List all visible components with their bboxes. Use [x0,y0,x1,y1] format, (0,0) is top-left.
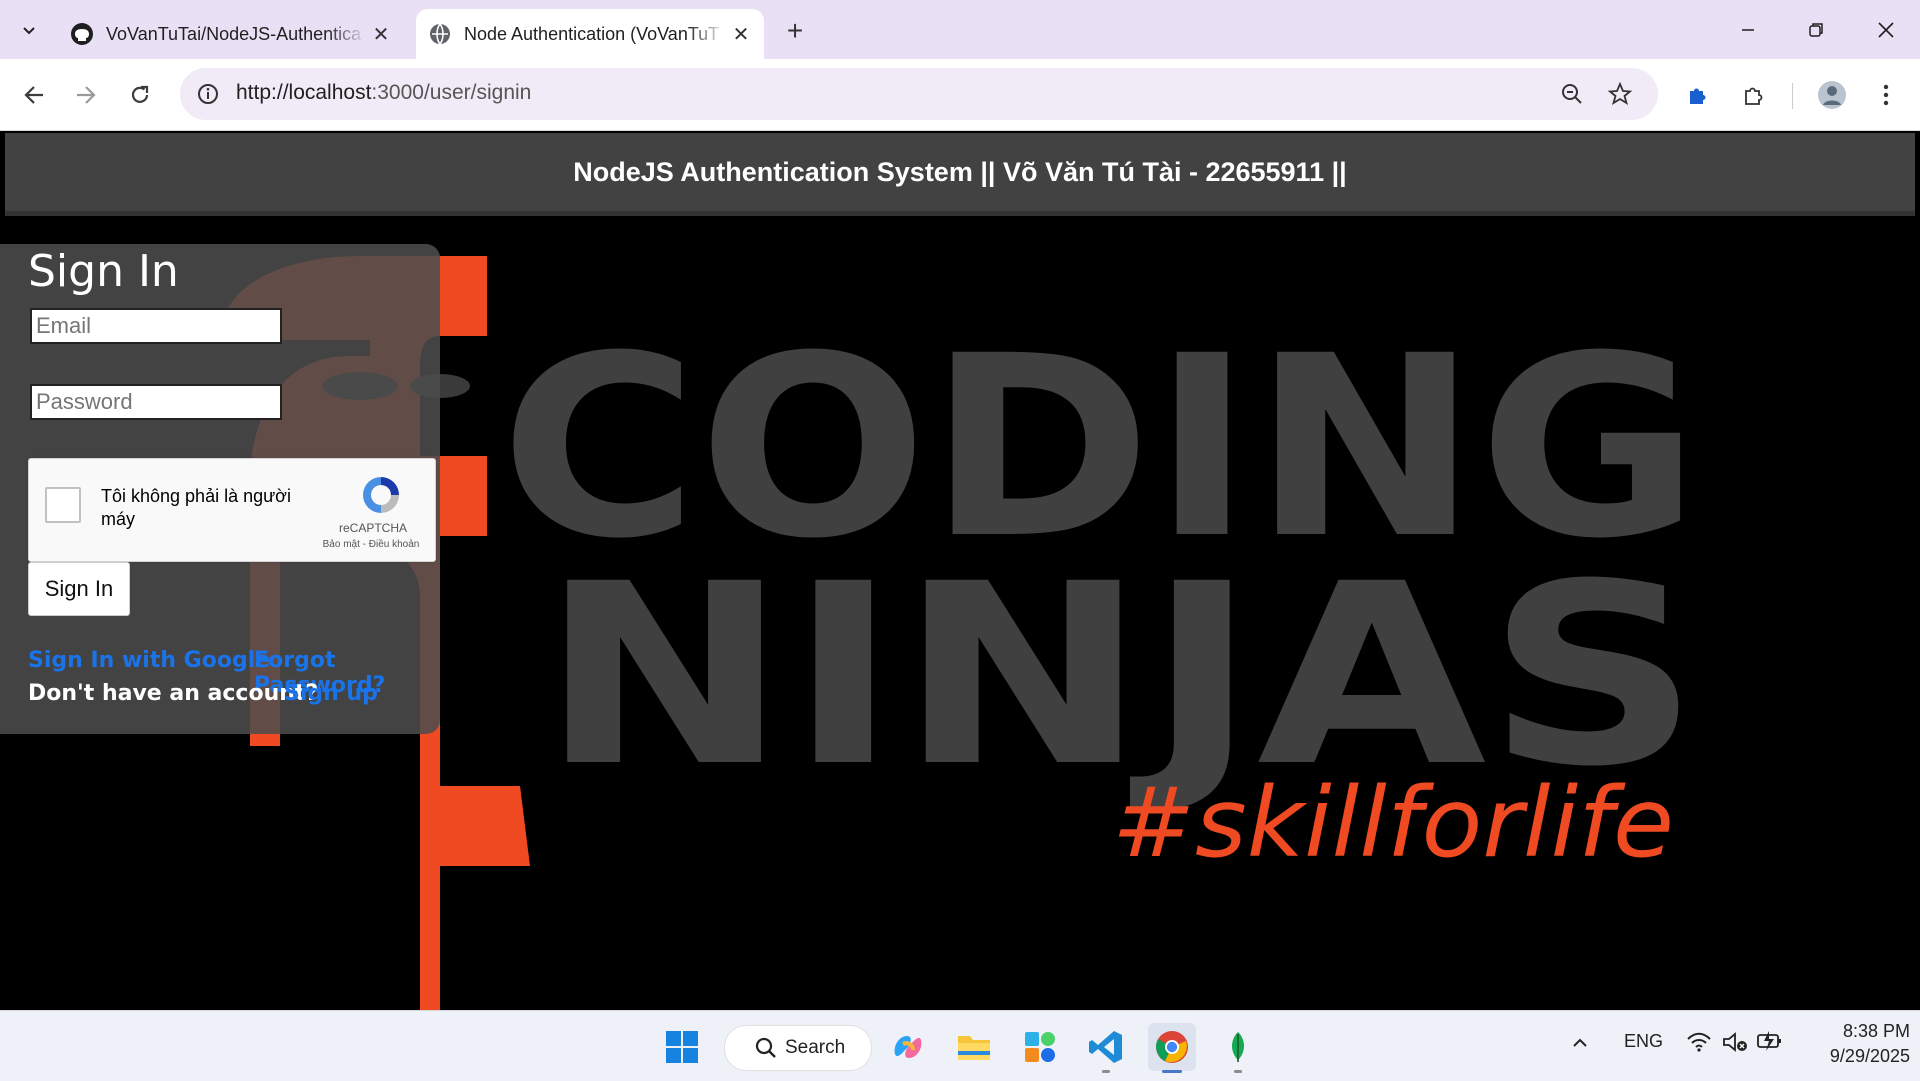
address-bar[interactable]: http://localhost:3000/user/signin [180,68,1658,120]
bookmark-star-icon[interactable] [1602,76,1638,112]
battery-charging-icon[interactable] [1756,1029,1784,1058]
tab-github[interactable]: VoVanTuTai/NodeJS-Authentica ✕ [58,9,404,59]
recaptcha-widget: Tôi không phải là người máy reCAPTCHA Bả… [28,458,436,562]
close-window-icon[interactable] [1858,10,1914,50]
forward-arrow-icon[interactable] [66,75,106,115]
windows-start-icon[interactable] [658,1023,706,1071]
running-indicator [1234,1070,1242,1073]
active-indicator [1162,1070,1182,1073]
clock-date: 9/29/2025 [1829,1046,1910,1066]
copilot-icon[interactable] [884,1023,932,1071]
more-menu-icon[interactable] [1868,77,1904,113]
background-tagline: #skillforlife [1112,767,1674,879]
wifi-icon[interactable] [1686,1031,1712,1058]
page-title: NodeJS Authentication System || Võ Văn T… [573,156,1347,187]
recaptcha-logo-icon [359,473,403,517]
back-arrow-icon[interactable] [14,75,54,115]
github-icon [70,22,94,46]
signup-link[interactable]: Sign up [284,681,378,706]
tab-node-authentication[interactable]: Node Authentication (VoVanTuT ✕ [416,9,764,59]
tab-strip: VoVanTuTai/NodeJS-Authentica ✕ Node Auth… [0,0,1920,59]
toolbar-divider [1792,83,1793,109]
taskbar: Search ENG 8:38 PM 9/29/2025 [0,1010,1920,1081]
language-indicator[interactable]: ENG [1624,1031,1663,1052]
taskbar-search[interactable]: Search [724,1025,872,1071]
microsoft-store-icon[interactable] [1016,1023,1064,1071]
chrome-icon[interactable] [1148,1023,1196,1073]
vscode-icon[interactable] [1082,1023,1130,1073]
signin-heading: Sign In [28,246,179,297]
minimize-icon[interactable] [1720,10,1776,50]
signin-button[interactable]: Sign In [28,562,130,616]
recaptcha-terms-link[interactable]: Bảo mật - Điều khoản [309,539,433,550]
running-indicator [1102,1070,1110,1073]
page-header: NodeJS Authentication System || Võ Văn T… [5,133,1915,216]
url-text[interactable]: http://localhost:3000/user/signin [236,81,531,105]
url-host: http://localhost [236,81,372,104]
google-signin-link[interactable]: Sign In with Google [28,648,270,673]
recaptcha-brand: reCAPTCHA [338,521,407,535]
email-field[interactable] [30,308,282,344]
no-account-text: Don't have an account? [28,681,319,706]
new-tab-button[interactable]: + [778,14,812,48]
show-hidden-icons-chevron-icon[interactable] [1570,1033,1590,1058]
reload-icon[interactable] [120,75,160,115]
site-info-icon[interactable] [194,80,222,108]
mongodb-compass-icon[interactable] [1214,1023,1262,1073]
signin-card: Sign In Tôi không phải là người máy reCA… [0,244,440,734]
extension-puzzle-icon[interactable] [1680,77,1716,113]
profile-avatar[interactable] [1814,77,1850,113]
clock-time: 8:38 PM [1842,1021,1910,1041]
recaptcha-label: Tôi không phải là người máy [101,486,291,529]
globe-icon [428,22,452,46]
url-path: :3000/user/signin [371,81,532,104]
restore-icon[interactable] [1788,10,1844,50]
extensions-menu-icon[interactable] [1736,77,1772,113]
close-tab-icon[interactable]: ✕ [726,19,756,49]
recaptcha-checkbox[interactable] [45,487,81,523]
zoom-icon[interactable] [1554,76,1590,112]
tab-title: Node Authentication (VoVanTuT [464,23,720,44]
password-field[interactable] [30,384,282,420]
browser-toolbar: http://localhost:3000/user/signin [0,59,1920,131]
search-icon [755,1037,777,1059]
tab-search-chevron-icon[interactable] [11,12,47,48]
file-explorer-icon[interactable] [950,1023,998,1071]
clock[interactable]: 8:38 PM 9/29/2025 [1800,1021,1910,1067]
volume-muted-icon[interactable] [1722,1031,1748,1058]
tab-title: VoVanTuTai/NodeJS-Authentica [106,23,362,44]
search-label: Search [785,1037,846,1058]
close-tab-icon[interactable]: ✕ [366,19,396,49]
